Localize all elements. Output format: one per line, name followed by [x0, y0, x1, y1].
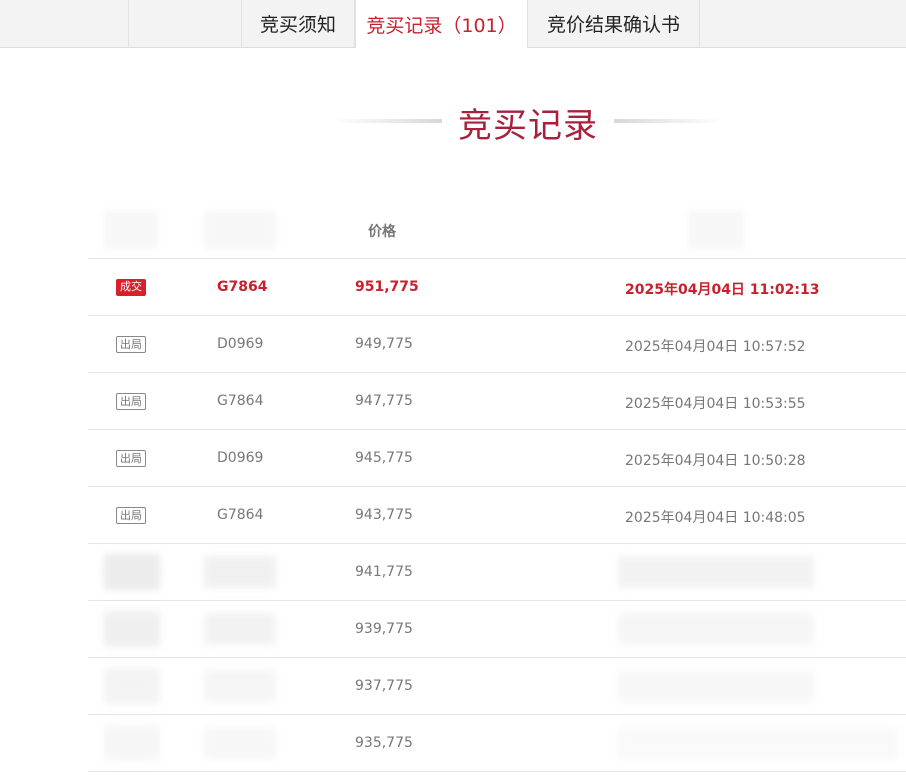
blurred-status	[104, 725, 160, 761]
table-row: 出局 D0969 945,775 2025年04月04日 10:50:28	[88, 430, 906, 487]
tab-blurred-2[interactable]	[129, 0, 242, 47]
tab-blurred-1[interactable]	[0, 0, 129, 47]
bidder-code: D0969	[217, 336, 264, 352]
title-decoration-right	[614, 119, 724, 123]
blurred-time	[618, 613, 814, 645]
table-row: 出局 G7864 947,775 2025年04月04日 10:53:55	[88, 373, 906, 430]
blurred-time	[618, 556, 814, 588]
bid-price: 951,775	[355, 279, 419, 295]
tab-result-confirmation[interactable]: 竞价结果确认书	[528, 0, 700, 47]
blurred-code	[204, 556, 276, 588]
bid-price: 941,775	[355, 564, 413, 580]
status-badge: 成交	[116, 279, 146, 296]
table-row: 937,775	[88, 658, 906, 715]
blurred-code	[204, 670, 276, 702]
table-row: 出局 G7864 943,775 2025年04月04日 10:48:05	[88, 487, 906, 544]
table-row: 出局 D0969 949,775 2025年04月04日 10:57:52	[88, 316, 906, 373]
bidder-code: G7864	[217, 279, 268, 295]
tab-label: 竞价结果确认书	[546, 14, 680, 36]
bidder-code: G7864	[217, 507, 264, 523]
section-header: 竞买记录	[0, 92, 906, 148]
bid-time: 2025年04月04日 10:48:05	[625, 510, 806, 526]
blurred-status	[104, 668, 160, 704]
table-row: 成交 G7864 951,775 2025年04月04日 11:02:13	[88, 259, 906, 316]
bid-records-table: 价格 成交 G7864 951,775 2025年04月04日 11:02:13…	[88, 201, 906, 772]
bid-price: 939,775	[355, 621, 413, 637]
header-blurred-code	[204, 211, 276, 249]
header-blurred-status	[104, 211, 158, 249]
table-header: 价格	[88, 201, 906, 259]
bid-time: 2025年04月04日 10:53:55	[625, 396, 806, 412]
bid-time: 2025年04月04日 11:02:13	[625, 282, 820, 298]
status-badge: 出局	[116, 450, 146, 467]
status-badge: 出局	[116, 336, 146, 353]
title-decoration-left	[332, 119, 442, 123]
bid-price: 937,775	[355, 678, 413, 694]
bid-time: 2025年04月04日 10:50:28	[625, 453, 806, 469]
tab-label: 竞买须知	[259, 14, 336, 36]
tab-label: 竞买记录（101）	[366, 14, 517, 37]
bid-price: 943,775	[355, 507, 413, 523]
header-price: 价格	[368, 224, 396, 240]
blurred-time	[618, 727, 898, 759]
tab-bid-records[interactable]: 竞买记录（101）	[355, 0, 528, 48]
bid-price: 949,775	[355, 336, 413, 352]
bidder-code: G7864	[217, 393, 264, 409]
table-row: 935,775	[88, 715, 906, 772]
bid-price: 945,775	[355, 450, 413, 466]
status-badge: 出局	[116, 507, 146, 524]
status-badge: 出局	[116, 393, 146, 410]
header-blurred-time	[688, 211, 744, 249]
blurred-time	[618, 670, 814, 702]
tab-bar: 竞买须知 竞买记录（101） 竞价结果确认书	[0, 0, 906, 48]
tab-bidding-notice[interactable]: 竞买须知	[242, 0, 355, 47]
bidder-code: D0969	[217, 450, 264, 466]
table-row: 939,775	[88, 601, 906, 658]
blurred-status	[104, 611, 160, 647]
blurred-code	[204, 727, 276, 759]
blurred-status	[104, 554, 160, 590]
blurred-code	[204, 613, 276, 645]
table-row: 941,775	[88, 544, 906, 601]
bid-price: 935,775	[355, 735, 413, 751]
section-title: 竞买记录	[458, 106, 598, 146]
bid-price: 947,775	[355, 393, 413, 409]
bid-time: 2025年04月04日 10:57:52	[625, 339, 806, 355]
